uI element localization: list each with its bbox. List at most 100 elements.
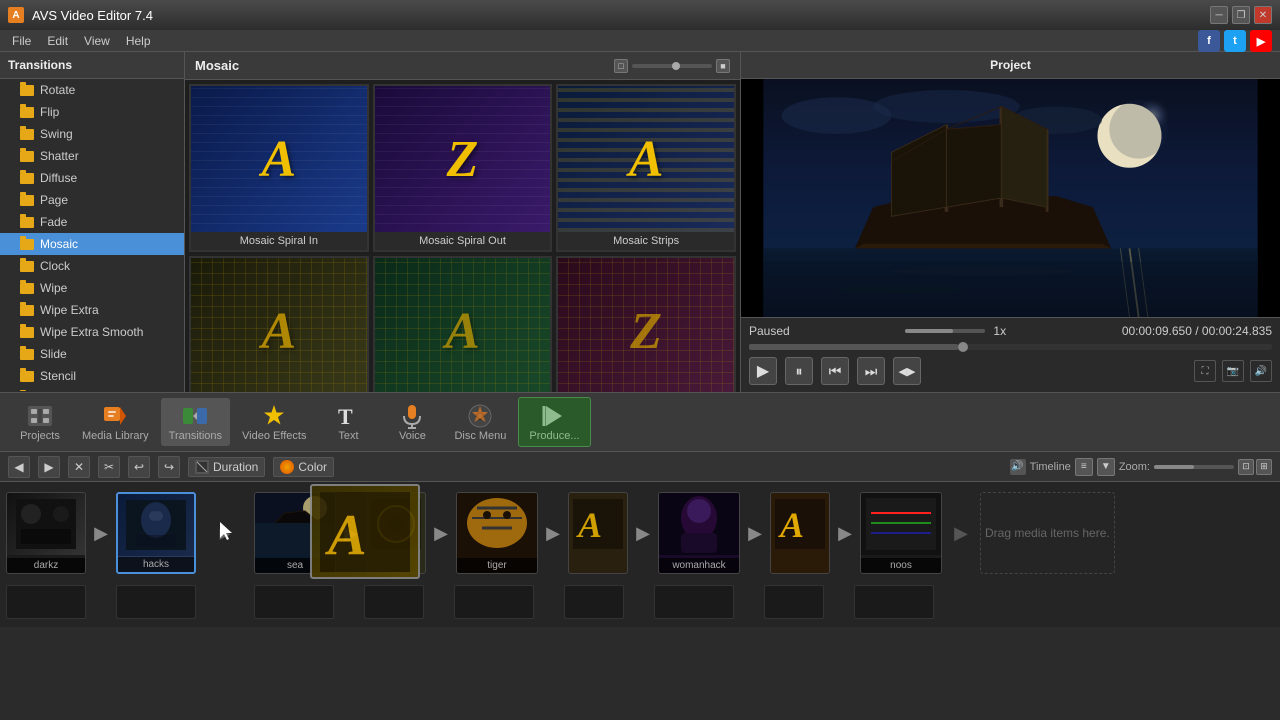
mosaic-item-counter[interactable]: Z Mosaic Counterclockwise: [556, 256, 736, 392]
mosaic-panel: Mosaic □ ■ A: [185, 52, 740, 392]
transition-icon: [181, 402, 209, 430]
track-item-noos[interactable]: noos: [860, 492, 942, 574]
video-controls-right: ⛶ 📷 🔊: [1194, 360, 1272, 382]
toolbar-disc-menu[interactable]: Disc Menu: [446, 398, 514, 446]
sidebar-item-swing[interactable]: Swing: [0, 123, 184, 145]
playback-bar: Paused 1x 00:00:09.650 / 00:00:24.835 ▶: [741, 317, 1280, 392]
track-label-tiger: tiger: [457, 558, 537, 573]
sidebar-item-wipe-extra-smooth[interactable]: Wipe Extra Smooth: [0, 321, 184, 343]
toolbar-produce[interactable]: Produce...: [518, 397, 590, 447]
fwd-button[interactable]: ↪: [158, 456, 180, 478]
sidebar-item-rotate[interactable]: Rotate: [0, 79, 184, 101]
toolbar-text[interactable]: T Text: [318, 398, 378, 446]
sidebar-item-label: Page: [40, 193, 68, 207]
duration-button[interactable]: Duration: [188, 457, 265, 477]
projects-label: Projects: [20, 430, 60, 442]
fullscreen-button[interactable]: ⛶: [1194, 360, 1216, 382]
timeline-tracks: darkz ▶ hacks ▶: [0, 482, 1280, 627]
timeline-view-button[interactable]: ≡: [1075, 458, 1093, 476]
folder-icon: [20, 217, 34, 228]
speed-track: [905, 329, 953, 333]
svg-text:A: A: [576, 505, 602, 545]
sidebar-item-label: Slide: [40, 347, 67, 361]
sidebar-item-stencil-smooth[interactable]: Stencil Smooth: [0, 387, 184, 391]
rewind-button[interactable]: ⏮: [821, 357, 849, 385]
folder-icon: [20, 327, 34, 338]
mosaic-item-clockwise[interactable]: A Mosaic Clockwise: [373, 256, 553, 392]
duration-icon: [195, 460, 209, 474]
sidebar-item-clock[interactable]: Clock: [0, 255, 184, 277]
menu-help[interactable]: Help: [118, 32, 159, 50]
undo-button[interactable]: ◀: [8, 456, 30, 478]
menu-view[interactable]: View: [76, 32, 118, 50]
restore-button[interactable]: ❐: [1232, 6, 1250, 24]
play-ctrl-button[interactable]: ▶: [38, 456, 60, 478]
zoom-fit-button[interactable]: ⊡: [1238, 459, 1254, 475]
track-item-tiger[interactable]: tiger: [456, 492, 538, 574]
menu-edit[interactable]: Edit: [39, 32, 76, 50]
track-item-circle[interactable]: [366, 492, 426, 574]
track-thumb-womanhack: [659, 493, 739, 555]
folder-icon: [20, 371, 34, 382]
seek-bar[interactable]: [749, 344, 1272, 350]
mosaic-item-dissolve[interactable]: A Mosaic Dissolve: [189, 256, 369, 392]
toolbar-transitions[interactable]: Transitions: [161, 398, 230, 446]
prev-frame-button[interactable]: ◀▶: [893, 357, 921, 385]
sidebar-item-page[interactable]: Page: [0, 189, 184, 211]
mosaic-item-spiral-in[interactable]: A Mosaic Spiral In: [189, 84, 369, 252]
youtube-icon[interactable]: ▶: [1250, 30, 1272, 52]
sidebar-item-stencil[interactable]: Stencil: [0, 365, 184, 387]
toolbar-projects[interactable]: Projects: [10, 398, 70, 446]
sidebar-item-wipe[interactable]: Wipe: [0, 277, 184, 299]
zoom-fit2-button[interactable]: ⊞: [1256, 459, 1272, 475]
track-item-sea[interactable]: sea: [254, 492, 336, 574]
folder-icon: [20, 349, 34, 360]
snapshot-button[interactable]: 📷: [1222, 360, 1244, 382]
audio-track-7: [654, 585, 734, 619]
zoom-text-label: Zoom:: [1119, 461, 1150, 473]
volume-button[interactable]: 🔊: [1250, 360, 1272, 382]
zoom-slider[interactable]: [632, 64, 712, 68]
track-item-texture2[interactable]: A: [770, 492, 830, 574]
forward-button[interactable]: ⏭: [857, 357, 885, 385]
audio-track-row: [6, 582, 1274, 622]
minimize-button[interactable]: ─: [1210, 6, 1228, 24]
track-item-womanhack[interactable]: womanhack: [658, 492, 740, 574]
zoom-slider-bottom[interactable]: [1154, 465, 1234, 469]
zoom-min-button[interactable]: □: [614, 59, 628, 73]
mosaic-item-spiral-out[interactable]: Z Mosaic Spiral Out: [373, 84, 553, 252]
voice-label: Voice: [399, 430, 426, 442]
pause-button[interactable]: ⏸: [785, 357, 813, 385]
folder-icon: [20, 173, 34, 184]
cut-button[interactable]: ✂: [98, 456, 120, 478]
sidebar-item-flip[interactable]: Flip: [0, 101, 184, 123]
toolbar-video-effects[interactable]: Video Effects: [234, 398, 314, 446]
facebook-icon[interactable]: f: [1198, 30, 1220, 52]
sidebar-item-shatter[interactable]: Shatter: [0, 145, 184, 167]
sidebar-item-fade[interactable]: Fade: [0, 211, 184, 233]
back-button[interactable]: ↩: [128, 456, 150, 478]
track-item-hacks[interactable]: hacks: [116, 492, 196, 574]
close-button[interactable]: ✕: [1254, 6, 1272, 24]
track-label-darkz: darkz: [7, 558, 85, 573]
sidebar-item-wipe-extra[interactable]: Wipe Extra: [0, 299, 184, 321]
sidebar-item-slide[interactable]: Slide: [0, 343, 184, 365]
speed-slider[interactable]: [905, 329, 985, 333]
zoom-max-button[interactable]: ■: [716, 59, 730, 73]
track-item-texture[interactable]: A: [568, 492, 628, 574]
track-item-darkz[interactable]: darkz: [6, 492, 86, 574]
toolbar-media-library[interactable]: Media Library: [74, 398, 157, 446]
mosaic-item-strips[interactable]: A Mosaic Strips: [556, 84, 736, 252]
stop-button[interactable]: ✕: [68, 456, 90, 478]
menu-bar: File Edit View Help f t ▶: [0, 30, 1280, 52]
sidebar-item-mosaic[interactable]: Mosaic: [0, 233, 184, 255]
play-button[interactable]: ▶: [749, 357, 777, 385]
menu-file[interactable]: File: [4, 32, 39, 50]
color-button[interactable]: Color: [273, 457, 334, 477]
toolbar-voice[interactable]: Voice: [382, 398, 442, 446]
transitions-header: Transitions: [0, 52, 184, 79]
timeline-options-button[interactable]: ▼: [1097, 458, 1115, 476]
sidebar-item-diffuse[interactable]: Diffuse: [0, 167, 184, 189]
twitter-icon[interactable]: t: [1224, 30, 1246, 52]
drag-hint-area[interactable]: Drag media items here.: [980, 492, 1115, 574]
